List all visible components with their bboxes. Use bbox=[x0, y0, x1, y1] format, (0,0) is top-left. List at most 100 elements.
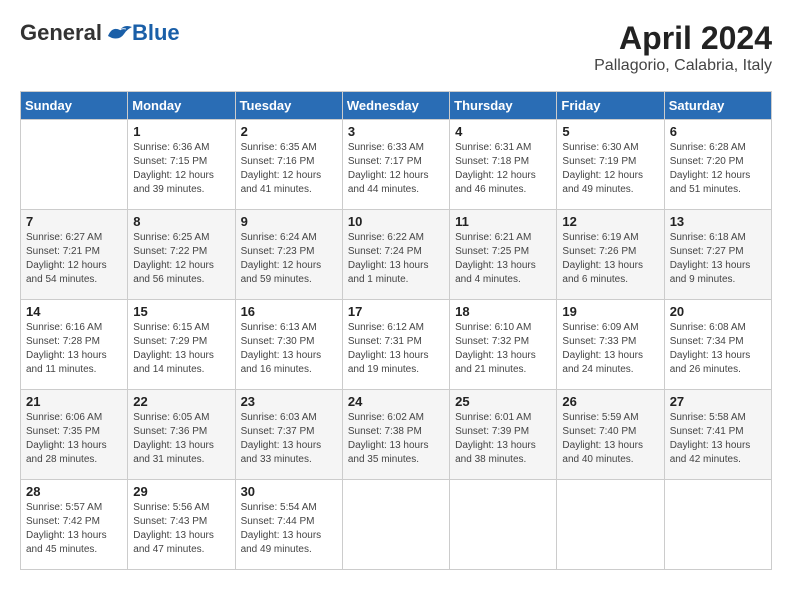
day-number: 24 bbox=[348, 394, 444, 409]
cell-info: Sunrise: 6:05 AMSunset: 7:36 PMDaylight:… bbox=[133, 411, 229, 467]
calendar-week-4: 21 Sunrise: 6:06 AMSunset: 7:35 PMDayligh… bbox=[21, 390, 772, 480]
cell-info: Sunrise: 6:27 AMSunset: 7:21 PMDaylight:… bbox=[26, 231, 122, 287]
calendar-table: SundayMondayTuesdayWednesdayThursdayFrid… bbox=[20, 91, 772, 570]
day-number: 3 bbox=[348, 124, 444, 139]
cell-info: Sunrise: 6:25 AMSunset: 7:22 PMDaylight:… bbox=[133, 231, 229, 287]
cell-info: Sunrise: 6:02 AMSunset: 7:38 PMDaylight:… bbox=[348, 411, 444, 467]
logo-bird-icon bbox=[104, 22, 132, 44]
calendar-cell: 1Sunrise: 6:36 AMSunset: 7:15 PMDaylight… bbox=[128, 120, 235, 210]
cell-info: Sunrise: 6:36 AMSunset: 7:15 PMDaylight:… bbox=[133, 141, 229, 197]
calendar-cell: 9 Sunrise: 6:24 AMSunset: 7:23 PMDaylight… bbox=[235, 210, 342, 300]
calendar-cell: 23 Sunrise: 6:03 AMSunset: 7:37 PMDayligh… bbox=[235, 390, 342, 480]
col-header-thursday: Thursday bbox=[450, 92, 557, 120]
day-number: 18 bbox=[455, 304, 551, 319]
calendar-header-row: SundayMondayTuesdayWednesdayThursdayFrid… bbox=[21, 92, 772, 120]
cell-info: Sunrise: 6:30 AMSunset: 7:19 PMDaylight:… bbox=[562, 141, 658, 197]
calendar-cell: 8 Sunrise: 6:25 AMSunset: 7:22 PMDaylight… bbox=[128, 210, 235, 300]
cell-info: Sunrise: 6:18 AMSunset: 7:27 PMDaylight:… bbox=[670, 231, 766, 287]
cell-info: Sunrise: 5:57 AMSunset: 7:42 PMDaylight:… bbox=[26, 501, 122, 557]
day-number: 5 bbox=[562, 124, 658, 139]
cell-info: Sunrise: 5:58 AMSunset: 7:41 PMDaylight:… bbox=[670, 411, 766, 467]
day-number: 28 bbox=[26, 484, 122, 499]
calendar-cell: 29 Sunrise: 5:56 AMSunset: 7:43 PMDayligh… bbox=[128, 480, 235, 570]
calendar-cell bbox=[557, 480, 664, 570]
day-number: 6 bbox=[670, 124, 766, 139]
page-header: General Blue April 2024 Pallagorio, Cala… bbox=[20, 20, 772, 75]
day-number: 13 bbox=[670, 214, 766, 229]
cell-info: Sunrise: 6:09 AMSunset: 7:33 PMDaylight:… bbox=[562, 321, 658, 377]
cell-info: Sunrise: 6:10 AMSunset: 7:32 PMDaylight:… bbox=[455, 321, 551, 377]
cell-info: Sunrise: 5:59 AMSunset: 7:40 PMDaylight:… bbox=[562, 411, 658, 467]
calendar-cell: 2Sunrise: 6:35 AMSunset: 7:16 PMDaylight… bbox=[235, 120, 342, 210]
day-number: 29 bbox=[133, 484, 229, 499]
cell-info: Sunrise: 6:16 AMSunset: 7:28 PMDaylight:… bbox=[26, 321, 122, 377]
day-number: 16 bbox=[241, 304, 337, 319]
calendar-cell bbox=[664, 480, 771, 570]
day-number: 7 bbox=[26, 214, 122, 229]
cell-info: Sunrise: 6:01 AMSunset: 7:39 PMDaylight:… bbox=[455, 411, 551, 467]
calendar-week-3: 14 Sunrise: 6:16 AMSunset: 7:28 PMDayligh… bbox=[21, 300, 772, 390]
calendar-cell: 24 Sunrise: 6:02 AMSunset: 7:38 PMDayligh… bbox=[342, 390, 449, 480]
cell-info: Sunrise: 6:03 AMSunset: 7:37 PMDaylight:… bbox=[241, 411, 337, 467]
logo-general: General bbox=[20, 20, 102, 46]
cell-info: Sunrise: 6:24 AMSunset: 7:23 PMDaylight:… bbox=[241, 231, 337, 287]
day-number: 10 bbox=[348, 214, 444, 229]
cell-info: Sunrise: 6:15 AMSunset: 7:29 PMDaylight:… bbox=[133, 321, 229, 377]
cell-info: Sunrise: 5:56 AMSunset: 7:43 PMDaylight:… bbox=[133, 501, 229, 557]
calendar-cell: 11 Sunrise: 6:21 AMSunset: 7:25 PMDayligh… bbox=[450, 210, 557, 300]
col-header-tuesday: Tuesday bbox=[235, 92, 342, 120]
calendar-cell: 10 Sunrise: 6:22 AMSunset: 7:24 PMDayligh… bbox=[342, 210, 449, 300]
calendar-cell: 30 Sunrise: 5:54 AMSunset: 7:44 PMDayligh… bbox=[235, 480, 342, 570]
cell-info: Sunrise: 6:06 AMSunset: 7:35 PMDaylight:… bbox=[26, 411, 122, 467]
cell-info: Sunrise: 6:21 AMSunset: 7:25 PMDaylight:… bbox=[455, 231, 551, 287]
cell-info: Sunrise: 6:12 AMSunset: 7:31 PMDaylight:… bbox=[348, 321, 444, 377]
cell-info: Sunrise: 6:33 AMSunset: 7:17 PMDaylight:… bbox=[348, 141, 444, 197]
calendar-week-5: 28 Sunrise: 5:57 AMSunset: 7:42 PMDayligh… bbox=[21, 480, 772, 570]
calendar-cell bbox=[450, 480, 557, 570]
day-number: 11 bbox=[455, 214, 551, 229]
month-year-title: April 2024 bbox=[594, 20, 772, 57]
cell-info: Sunrise: 6:08 AMSunset: 7:34 PMDaylight:… bbox=[670, 321, 766, 377]
calendar-cell bbox=[21, 120, 128, 210]
day-number: 23 bbox=[241, 394, 337, 409]
calendar-cell: 28 Sunrise: 5:57 AMSunset: 7:42 PMDayligh… bbox=[21, 480, 128, 570]
day-number: 4 bbox=[455, 124, 551, 139]
day-number: 30 bbox=[241, 484, 337, 499]
logo-blue: Blue bbox=[132, 20, 180, 46]
cell-info: Sunrise: 6:13 AMSunset: 7:30 PMDaylight:… bbox=[241, 321, 337, 377]
day-number: 15 bbox=[133, 304, 229, 319]
calendar-cell: 21 Sunrise: 6:06 AMSunset: 7:35 PMDayligh… bbox=[21, 390, 128, 480]
calendar-cell: 12Sunrise: 6:19 AMSunset: 7:26 PMDayligh… bbox=[557, 210, 664, 300]
calendar-cell: 3 Sunrise: 6:33 AMSunset: 7:17 PMDaylight… bbox=[342, 120, 449, 210]
day-number: 12 bbox=[562, 214, 658, 229]
calendar-cell: 20Sunrise: 6:08 AMSunset: 7:34 PMDayligh… bbox=[664, 300, 771, 390]
day-number: 27 bbox=[670, 394, 766, 409]
day-number: 8 bbox=[133, 214, 229, 229]
title-block: April 2024 Pallagorio, Calabria, Italy bbox=[594, 20, 772, 75]
cell-info: Sunrise: 5:54 AMSunset: 7:44 PMDaylight:… bbox=[241, 501, 337, 557]
col-header-friday: Friday bbox=[557, 92, 664, 120]
calendar-cell: 15 Sunrise: 6:15 AMSunset: 7:29 PMDayligh… bbox=[128, 300, 235, 390]
calendar-cell: 7 Sunrise: 6:27 AMSunset: 7:21 PMDaylight… bbox=[21, 210, 128, 300]
day-number: 9 bbox=[241, 214, 337, 229]
day-number: 14 bbox=[26, 304, 122, 319]
calendar-cell: 18 Sunrise: 6:10 AMSunset: 7:32 PMDayligh… bbox=[450, 300, 557, 390]
calendar-cell: 5 Sunrise: 6:30 AMSunset: 7:19 PMDaylight… bbox=[557, 120, 664, 210]
calendar-cell: 27 Sunrise: 5:58 AMSunset: 7:41 PMDayligh… bbox=[664, 390, 771, 480]
day-number: 2 bbox=[241, 124, 337, 139]
cell-info: Sunrise: 6:22 AMSunset: 7:24 PMDaylight:… bbox=[348, 231, 444, 287]
col-header-wednesday: Wednesday bbox=[342, 92, 449, 120]
calendar-cell: 6 Sunrise: 6:28 AMSunset: 7:20 PMDaylight… bbox=[664, 120, 771, 210]
day-number: 17 bbox=[348, 304, 444, 319]
calendar-cell: 14 Sunrise: 6:16 AMSunset: 7:28 PMDayligh… bbox=[21, 300, 128, 390]
calendar-cell: 17 Sunrise: 6:12 AMSunset: 7:31 PMDayligh… bbox=[342, 300, 449, 390]
cell-info: Sunrise: 6:28 AMSunset: 7:20 PMDaylight:… bbox=[670, 141, 766, 197]
location-subtitle: Pallagorio, Calabria, Italy bbox=[594, 57, 772, 75]
calendar-week-1: 1Sunrise: 6:36 AMSunset: 7:15 PMDaylight… bbox=[21, 120, 772, 210]
calendar-cell: 26Sunrise: 5:59 AMSunset: 7:40 PMDayligh… bbox=[557, 390, 664, 480]
logo: General Blue bbox=[20, 20, 180, 46]
day-number: 21 bbox=[26, 394, 122, 409]
calendar-cell: 13 Sunrise: 6:18 AMSunset: 7:27 PMDayligh… bbox=[664, 210, 771, 300]
calendar-cell: 22Sunrise: 6:05 AMSunset: 7:36 PMDayligh… bbox=[128, 390, 235, 480]
col-header-monday: Monday bbox=[128, 92, 235, 120]
